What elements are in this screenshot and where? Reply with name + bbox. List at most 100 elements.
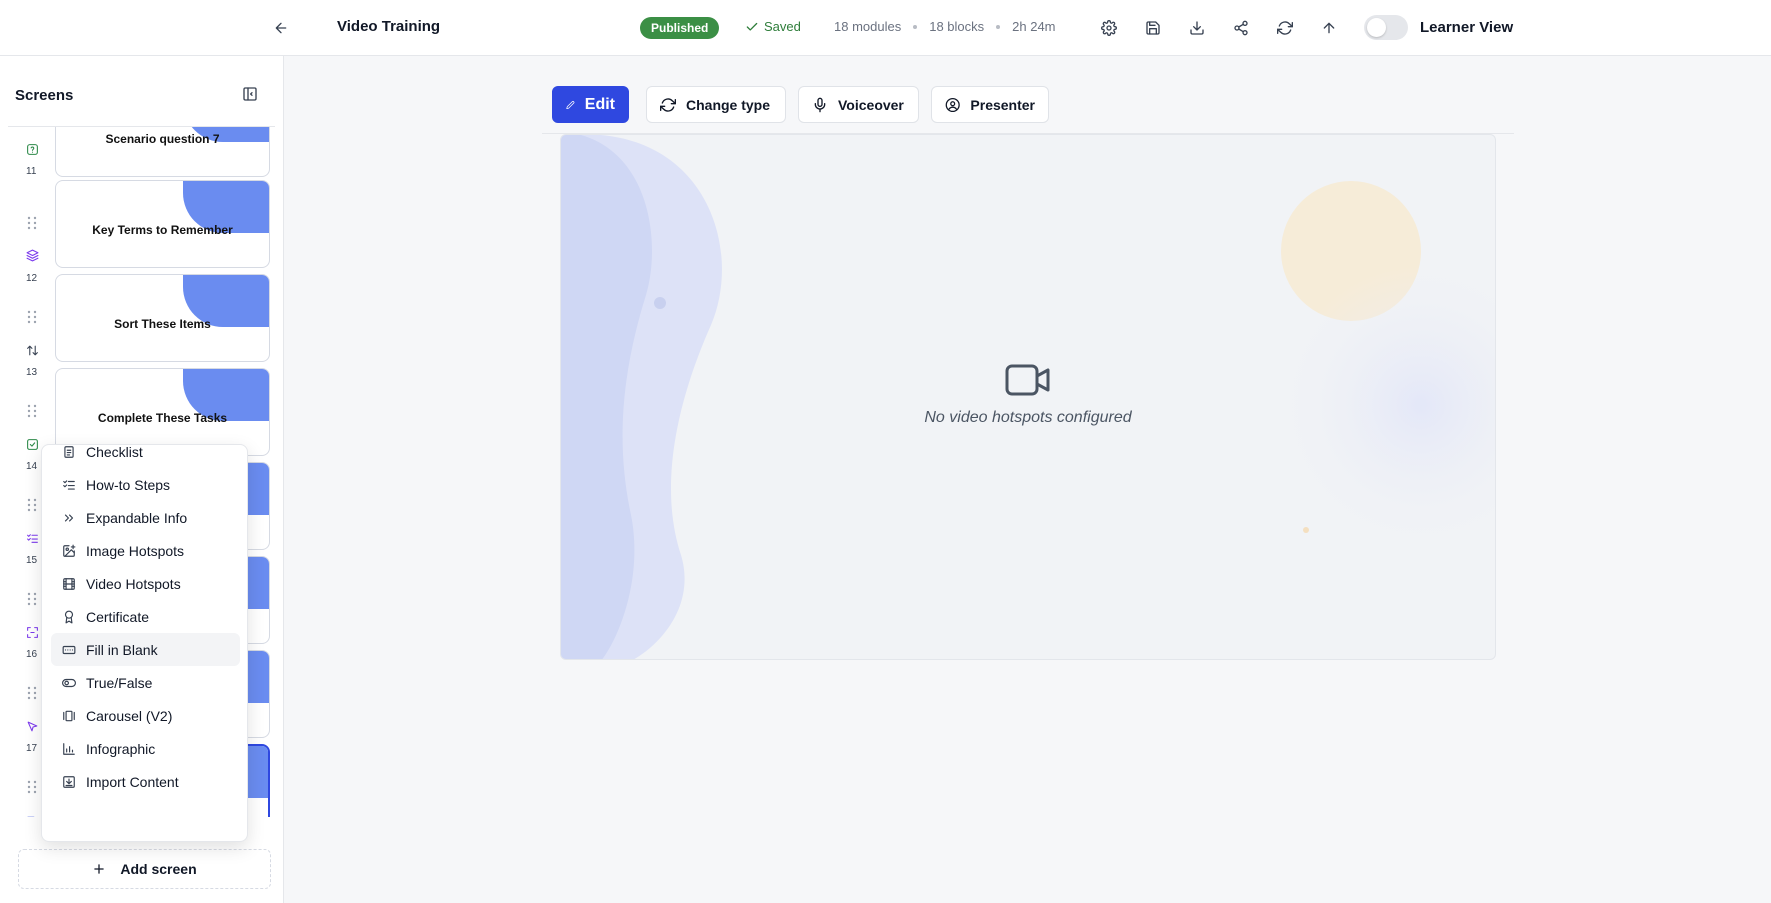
checkbox-icon	[24, 436, 40, 452]
list-checks-icon	[24, 530, 40, 546]
drag-handle-icon[interactable]	[27, 780, 37, 794]
add-screen-button[interactable]: Add screen	[18, 849, 271, 889]
list-checks-icon	[61, 477, 77, 493]
award-icon	[61, 609, 77, 625]
course-meta: 18 modules 18 blocks 2h 24m	[834, 19, 1056, 34]
screen-thumbnail[interactable]: Key Terms to Remember	[55, 180, 270, 268]
screen-number: 15	[26, 555, 38, 566]
menu-item-how-to-steps[interactable]: How-to Steps	[51, 468, 240, 501]
arrow-left-icon	[275, 22, 287, 34]
menu-item-certificate[interactable]: Certificate	[51, 600, 240, 633]
menu-item-checklist[interactable]: Checklist	[51, 445, 240, 468]
screen-title: Scenario question 7	[105, 132, 220, 146]
settings-button[interactable]	[1098, 16, 1120, 40]
expand-icon	[24, 624, 40, 640]
video-icon	[24, 812, 40, 817]
carousel-icon	[61, 708, 77, 724]
toggle-icon	[61, 675, 77, 691]
clipboard-list-icon	[61, 445, 77, 460]
plus-icon	[94, 864, 105, 874]
presenter-button[interactable]: Presenter	[931, 86, 1049, 123]
image-plus-icon	[61, 543, 77, 559]
modules-count: 18 modules	[834, 19, 902, 34]
microphone-icon	[814, 97, 826, 112]
separator-dot	[996, 24, 1001, 29]
user-circle-icon	[945, 97, 960, 112]
duration: 2h 24m	[1012, 19, 1056, 34]
back-button[interactable]	[268, 17, 294, 39]
save-button[interactable]	[1142, 16, 1164, 40]
download-button[interactable]	[1186, 16, 1208, 40]
drag-handle-icon[interactable]	[27, 216, 37, 230]
learner-view-toggle[interactable]	[1364, 15, 1408, 40]
voiceover-label: Voiceover	[838, 96, 904, 113]
screen-number: 14	[26, 461, 38, 472]
learner-view-control: Learner View	[1364, 15, 1513, 40]
bar-chart-icon	[61, 741, 77, 757]
menu-item-true-false[interactable]: True/False	[51, 666, 240, 699]
screen-number: 12	[26, 273, 38, 284]
screen-thumbnail[interactable]: Sort These Items	[55, 274, 270, 362]
change-type-label: Change type	[686, 96, 771, 113]
menu-item-image-hotspots[interactable]: Image Hotspots	[51, 534, 240, 567]
share-button[interactable]	[1230, 16, 1252, 40]
separator-dot	[913, 24, 918, 29]
drag-handle-icon[interactable]	[27, 686, 37, 700]
sidebar-title: Screens	[15, 87, 74, 104]
layers-icon	[24, 247, 40, 263]
film-icon	[61, 576, 77, 592]
download-icon	[1190, 21, 1204, 35]
screen-title: Complete These Tasks	[97, 411, 228, 425]
screen-number: 11	[26, 166, 37, 177]
blocks-count: 18 blocks	[929, 19, 985, 34]
screen-thumbnail[interactable]: Complete These Tasks	[55, 368, 270, 456]
screen-thumbnail[interactable]: Scenario question 7	[55, 127, 270, 177]
refresh-button[interactable]	[1274, 16, 1296, 40]
check-icon	[746, 22, 758, 31]
learner-view-label: Learner View	[1420, 19, 1514, 36]
menu-item-infographic[interactable]: Infographic	[51, 732, 240, 765]
menu-item-carousel-v2[interactable]: Carousel (V2)	[51, 699, 240, 732]
share-icon	[1234, 20, 1248, 36]
screen-number: 16	[26, 649, 38, 660]
gear-icon	[1101, 20, 1117, 36]
top-header: Video Training Published Saved 18 module…	[0, 0, 1771, 56]
sort-arrows-icon	[24, 342, 40, 358]
drag-handle-icon[interactable]	[27, 592, 37, 606]
pointer-icon	[24, 718, 40, 734]
drag-handle-icon[interactable]	[27, 404, 37, 418]
refresh-icon	[1277, 21, 1293, 35]
screen-canvas[interactable]: No video hotspots configured	[560, 134, 1496, 660]
pencil-icon	[566, 100, 575, 109]
collapse-sidebar-button[interactable]	[242, 86, 258, 102]
status-badge: Published	[640, 17, 720, 39]
voiceover-button[interactable]: Voiceover	[798, 86, 919, 123]
refresh-icon	[660, 97, 676, 112]
publish-button[interactable]	[1318, 16, 1340, 40]
edit-button[interactable]: Edit	[552, 86, 629, 123]
video-camera-icon	[1005, 364, 1050, 396]
input-field-icon	[61, 642, 77, 658]
add-screen-label: Add screen	[120, 861, 197, 877]
screen-title: Sort These Items	[114, 317, 211, 331]
change-type-button[interactable]: Change type	[646, 86, 786, 123]
help-circle-icon	[24, 141, 40, 157]
screen-title: Key Terms to Remember	[92, 223, 233, 237]
menu-item-expandable-info[interactable]: Expandable Info	[51, 501, 240, 534]
screen-number: 17	[26, 743, 38, 754]
menu-item-import-content[interactable]: Import Content	[51, 765, 240, 798]
drag-handle-icon[interactable]	[27, 310, 37, 324]
menu-item-video-hotspots[interactable]: Video Hotspots	[51, 567, 240, 600]
empty-state: No video hotspots configured	[561, 363, 1495, 427]
screen-number: 13	[26, 367, 38, 378]
header-tools	[1098, 16, 1340, 40]
empty-message: No video hotspots configured	[924, 409, 1132, 426]
menu-item-fill-in-blank[interactable]: Fill in Blank	[51, 633, 240, 666]
drag-handle-icon[interactable]	[27, 498, 37, 512]
presenter-label: Presenter	[970, 96, 1035, 113]
saved-label: Saved	[764, 19, 801, 34]
edit-label: Edit	[584, 95, 615, 113]
chevrons-right-icon	[61, 510, 77, 526]
saved-indicator: Saved	[745, 19, 801, 34]
course-title: Video Training	[337, 18, 441, 35]
